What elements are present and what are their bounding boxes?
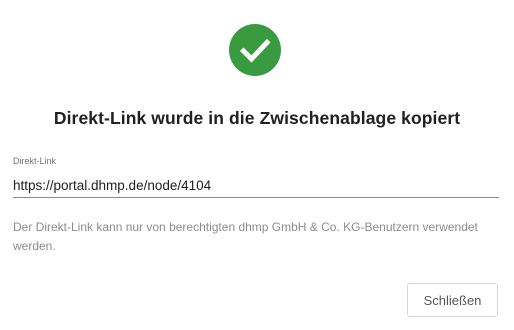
direct-link-field: Direkt-Link [13, 156, 499, 200]
direct-link-label: Direkt-Link [13, 156, 57, 166]
direct-link-input[interactable] [13, 173, 499, 198]
check-circle-icon [229, 24, 281, 76]
permission-hint: Der Direkt-Link kann nur von berechtigte… [13, 220, 478, 253]
dialog-title: Direkt-Link wurde in die Zwischenablage … [53, 108, 461, 128]
close-button[interactable]: Schließen [407, 283, 498, 317]
link-copied-dialog: Direkt-Link wurde in die Zwischenablage … [0, 0, 514, 330]
